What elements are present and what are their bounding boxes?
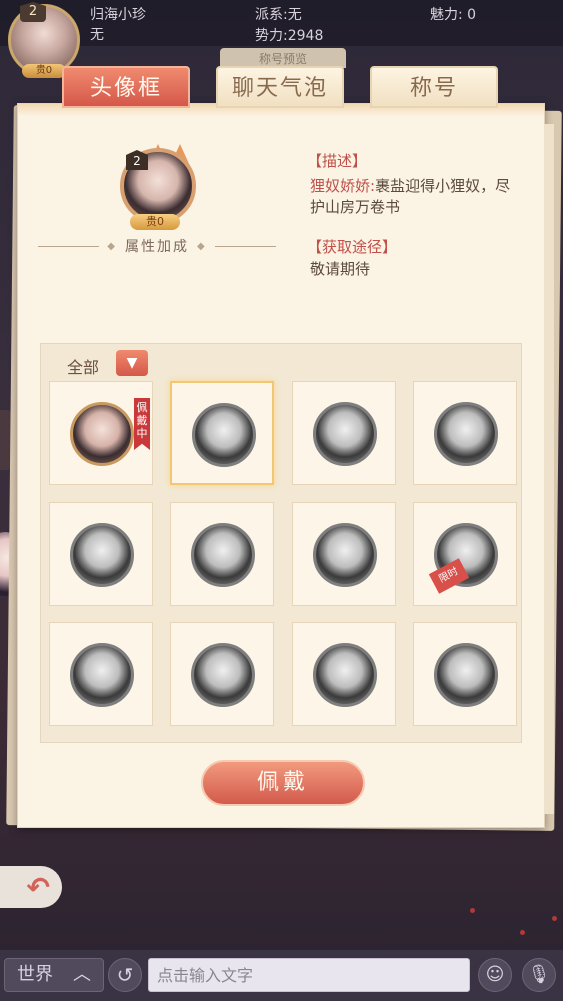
player-vip-badge: 贵0 [22,64,66,78]
frame-name: 狸奴娇娇: [310,177,376,195]
description-heading: 【描述】 [307,152,368,170]
filter-label[interactable]: 全部 [67,354,99,378]
avatar-frame-thumbnail [313,523,377,587]
player-name: 归海小珍 [90,7,146,23]
frame-cell-8[interactable]: 限时 [413,502,517,606]
petal-decoration [552,916,557,921]
avatar-frame-thumbnail [191,523,255,587]
diamond-icon: ◆ [197,240,207,252]
emoji-icon[interactable]: ☺ [478,958,512,992]
preview-vip-badge: 贵0 [130,214,180,230]
divider-line [214,245,276,247]
chat-input[interactable] [148,958,470,992]
channel-selector[interactable]: 世界 ︿ [4,958,104,992]
petal-decoration [470,908,475,913]
avatar-frame-thumbnail [70,643,134,707]
obtain-text: 敬请期待 [310,260,371,278]
diamond-icon: ◆ [107,240,117,252]
frame-cell-7[interactable] [292,502,396,606]
frame-cell-10[interactable] [170,622,274,726]
back-button[interactable]: ↶ [0,866,62,908]
back-arrow-icon: ↶ [26,870,50,904]
divider-line [38,245,100,247]
player-title: 无 [90,27,104,43]
microphone-icon[interactable]: 🎙 [522,958,556,992]
frame-cell-1[interactable]: 佩戴中 [49,381,153,485]
frame-cell-6[interactable] [170,502,274,606]
frame-cell-3[interactable] [292,381,396,485]
chevron-down-icon[interactable]: ▼ [116,350,148,376]
petal-decoration [520,930,525,935]
tab-title[interactable]: 称号 [370,66,498,108]
tab-chat-bubble[interactable]: 聊天气泡 [216,66,344,108]
player-level-badge: 2 [20,2,46,22]
description-body: 狸奴娇娇:裹盐迎得小狸奴，尽护山房万卷书 [310,176,520,218]
player-power: 势力:2948 [255,28,324,44]
frame-cell-2[interactable] [170,381,274,485]
frame-cell-5[interactable] [49,502,153,606]
avatar-frame-thumbnail [434,402,498,466]
avatar-frame-thumbnail [70,402,134,466]
avatar-frame-thumbnail [313,643,377,707]
equip-button[interactable]: 佩戴 [201,760,365,806]
attribute-bonus-label: 属性加成 [125,239,189,255]
avatar-frame-thumbnail [191,643,255,707]
channel-label: 世界 [17,964,53,985]
frame-cell-11[interactable] [292,622,396,726]
avatar-frame-thumbnail [70,523,134,587]
wearing-badge: 佩戴中 [134,398,150,450]
chevron-up-icon: ︿ [73,964,91,985]
frame-cell-12[interactable] [413,622,517,726]
history-icon[interactable]: ↺ [108,958,142,992]
frame-cell-4[interactable] [413,381,517,485]
avatar-frame-thumbnail [192,403,256,467]
player-faction: 派系:无 [255,7,302,23]
avatar-frame-thumbnail [313,402,377,466]
attribute-bonus-header: ◆ 属性加成 ◆ [38,236,276,256]
avatar-frame-thumbnail [434,643,498,707]
obtain-heading: 【获取途径】 [307,238,398,256]
player-charm: 魅力: 0 [430,7,477,23]
panel-right-edge [544,124,554,814]
frame-cell-9[interactable] [49,622,153,726]
tab-avatar-frame[interactable]: 头像框 [62,66,190,108]
title-preview-tab: 称号预览 [220,48,346,68]
